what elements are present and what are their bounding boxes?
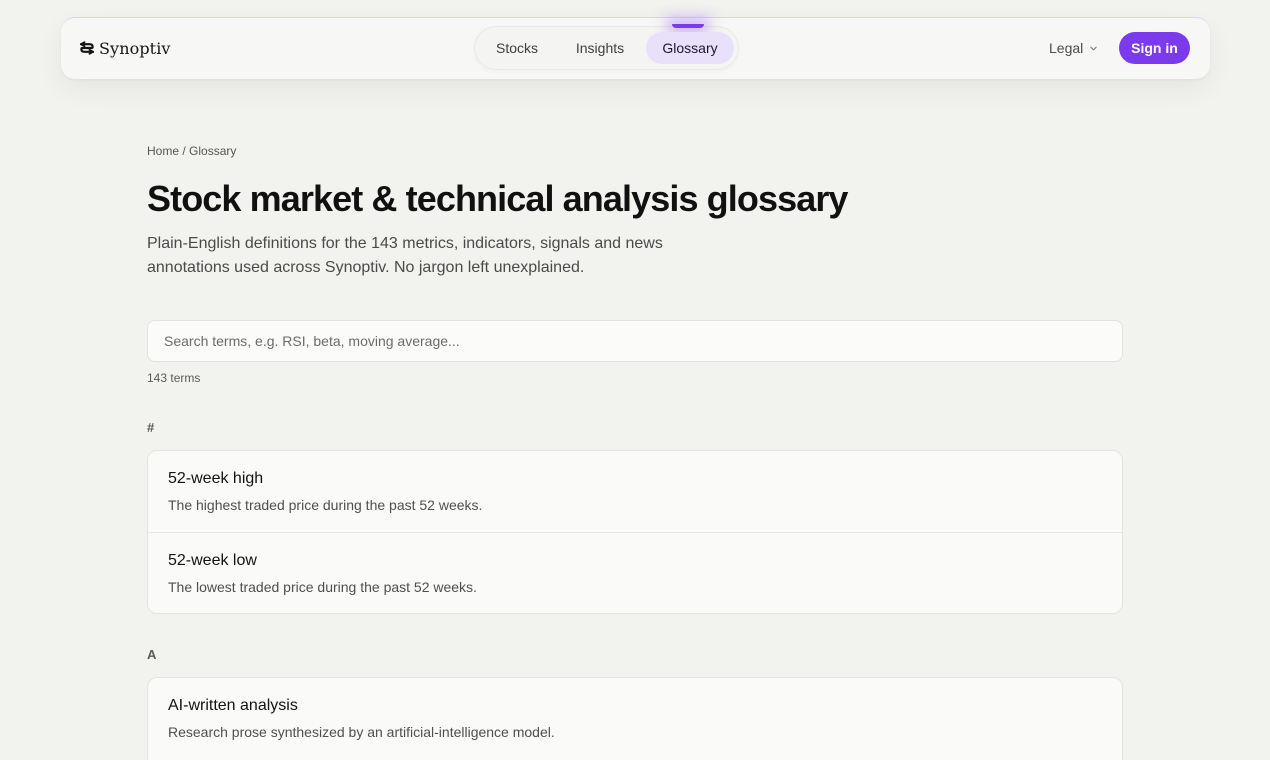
sign-in-button[interactable]: Sign in [1119, 32, 1190, 64]
nav-tab-insights[interactable]: Insights [563, 32, 637, 64]
breadcrumb-separator: / [179, 144, 190, 158]
breadcrumb-home-link[interactable]: Home [147, 144, 179, 158]
term-item-ai-written-analysis[interactable]: AI-written analysis Research prose synth… [148, 678, 1122, 759]
term-name: AI-written analysis [168, 697, 298, 714]
brand-link[interactable]: Synoptiv [80, 18, 171, 78]
legal-dropdown[interactable]: Legal [1049, 18, 1098, 78]
search-input[interactable] [148, 321, 1122, 361]
page-title: Stock market & technical analysis glossa… [147, 178, 848, 219]
brand-name: Synoptiv [99, 38, 171, 58]
breadcrumb: Home / Glossary [147, 144, 236, 158]
glossary-page: Synoptiv Stocks Insights Glossary Legal … [0, 0, 1270, 760]
main-nav-tabs: Stocks Insights Glossary [475, 24, 738, 69]
section-heading-a: A [147, 647, 157, 662]
nav-tab-stocks[interactable]: Stocks [485, 32, 549, 64]
term-count: 143 terms [147, 371, 201, 385]
page-subtitle: Plain-English definitions for the 143 me… [147, 235, 663, 276]
legal-dropdown-label: Legal [1049, 40, 1084, 56]
term-name: 52-week high [168, 470, 264, 487]
term-list-a: AI-written analysis Research prose synth… [147, 677, 1123, 760]
term-definition: The highest traded price during the past… [168, 497, 483, 513]
breadcrumb-current: Glossary [189, 144, 237, 158]
search-box [147, 320, 1123, 362]
top-nav-bar: Synoptiv Stocks Insights Glossary Legal … [61, 17, 1210, 79]
section-heading-number: # [147, 420, 155, 435]
term-name: 52-week low [168, 552, 257, 569]
term-definition: Research prose synthesized by an artific… [168, 724, 555, 740]
term-list-number: 52-week high The highest traded price du… [147, 450, 1123, 614]
term-item-52-week-high[interactable]: 52-week high The highest traded price du… [148, 451, 1122, 532]
term-definition: The lowest traded price during the past … [168, 579, 477, 595]
chevron-down-icon [1090, 46, 1098, 50]
nav-tab-glossary[interactable]: Glossary [646, 32, 734, 64]
active-tab-indicator [672, 24, 704, 28]
synoptiv-logo-icon [80, 41, 94, 55]
term-item-52-week-low[interactable]: 52-week low The lowest traded price duri… [148, 532, 1122, 613]
